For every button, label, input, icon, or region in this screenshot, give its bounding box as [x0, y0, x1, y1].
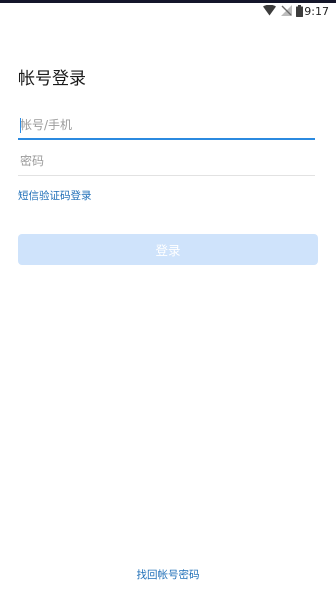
account-field[interactable]	[18, 112, 315, 140]
text-cursor	[20, 118, 21, 133]
login-button[interactable]: 登录	[18, 234, 318, 265]
password-field-underline	[18, 175, 315, 176]
account-input[interactable]	[18, 112, 315, 138]
status-bar: 9:17	[0, 3, 336, 21]
recover-password-link[interactable]: 找回帐号密码	[0, 568, 336, 582]
wifi-icon	[263, 5, 276, 16]
no-signal-icon	[281, 5, 292, 16]
status-time: 9:17	[304, 5, 329, 18]
page-title: 帐号登录	[18, 69, 86, 89]
battery-icon	[296, 5, 303, 17]
account-field-underline	[18, 138, 315, 140]
password-input[interactable]	[18, 148, 315, 174]
password-field[interactable]	[18, 148, 315, 176]
sms-login-link[interactable]: 短信验证码登录	[18, 189, 92, 203]
